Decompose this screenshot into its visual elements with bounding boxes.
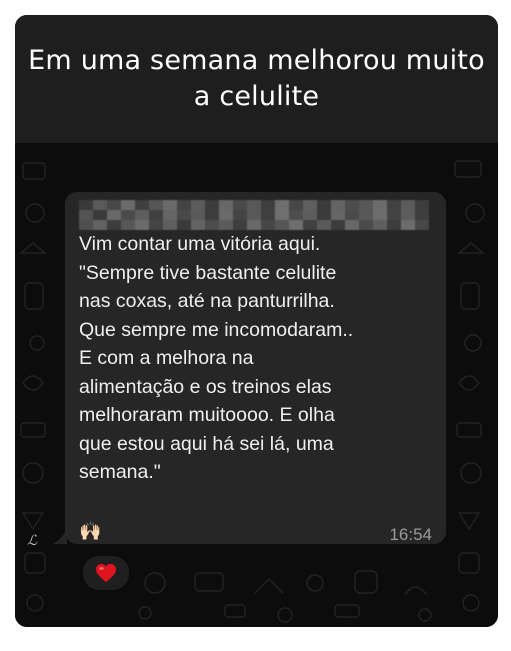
message-bubble[interactable]: Vim contar uma vitória aqui. "Sempre tiv… (65, 192, 446, 544)
page-title: Em uma semana melhorou muito a celulite (28, 45, 485, 112)
heart-icon (96, 563, 116, 583)
post-card: Em uma semana melhorou muito a celulite (15, 15, 498, 627)
watermark-logo-icon: ℒ (27, 533, 38, 549)
bubble-tail (53, 528, 67, 544)
sender-name-pixelated (79, 200, 429, 230)
raised-hands-emoji: 🙌🏻 (79, 521, 102, 541)
header-banner: Em uma semana melhorou muito a celulite (15, 15, 498, 143)
message-timestamp: 16:54 (389, 525, 432, 544)
message-text: Vim contar uma vitória aqui. "Sempre tiv… (79, 233, 354, 483)
reaction-badge[interactable] (81, 554, 131, 592)
